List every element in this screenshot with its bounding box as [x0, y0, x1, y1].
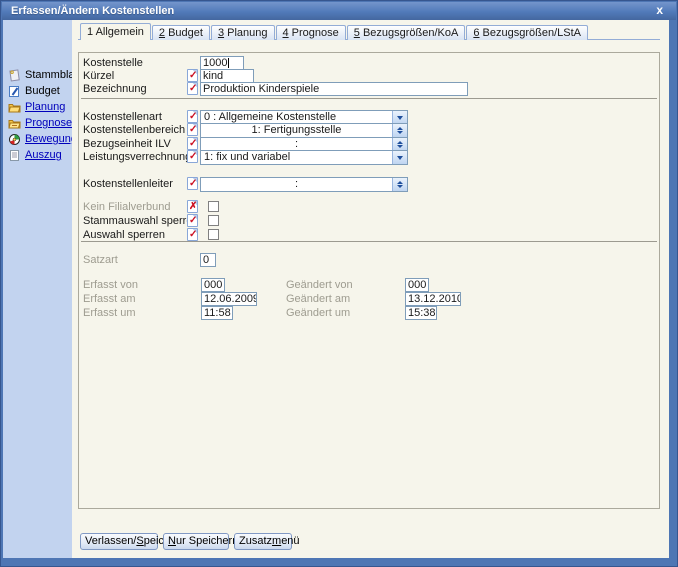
erfasst-am-label: Erfasst am — [83, 293, 136, 305]
note-check-icon[interactable]: ✓ — [187, 69, 198, 82]
edit-page-icon — [8, 85, 21, 98]
erfasst-am-field: 12.06.2009 /Fr — [201, 292, 257, 306]
tab-bezugsgroessen-lsta[interactable]: 6 Bezugsgrößen/LStA — [466, 25, 588, 40]
separator — [81, 241, 657, 242]
kostenstellenart-label: Kostenstellenart — [83, 111, 162, 123]
kein-filialverbund-label: Kein Filialverbund — [83, 201, 170, 213]
sidebar-item-planung[interactable]: Planung — [8, 100, 65, 114]
leistungsverrechnung-select[interactable]: 1: fix und variabel — [200, 150, 408, 165]
row-satzart: Satzart 0 — [79, 253, 659, 268]
note-check-icon[interactable]: ✓ — [187, 137, 198, 150]
tabstrip: 1 Allgemein 2 Budget 3 Planung 4 Prognos… — [80, 23, 589, 40]
sidebar-item-stammblatt[interactable]: Stammblatt — [8, 68, 81, 82]
row-erfasst-am: Erfasst am 12.06.2009 /Fr Geändert am 13… — [79, 292, 659, 307]
sidebar-item-bewegung[interactable]: Bewegung — [8, 132, 77, 146]
row-erfasst-von: Erfasst von 000 Geändert von 000 — [79, 278, 659, 293]
spinner-icon[interactable] — [392, 178, 407, 191]
tab-prognose[interactable]: 4 Prognose — [276, 25, 346, 40]
kostenstelle-input[interactable]: 1000 — [200, 56, 244, 70]
row-kein-filialverbund: Kein Filialverbund ✗ — [79, 200, 659, 215]
tab-allgemein[interactable]: 1 Allgemein — [80, 23, 151, 40]
sidebar-item-budget[interactable]: Budget — [8, 84, 60, 98]
note-check-icon[interactable]: ✓ — [187, 123, 198, 136]
row-kostenstellenleiter: Kostenstellenleiter ✓ : — [79, 177, 659, 192]
sidebar-item-label: Planung — [25, 101, 65, 113]
globe-icon — [8, 133, 21, 146]
sidebar-item-label: Auszug — [25, 149, 62, 161]
bezeichnung-label: Bezeichnung — [83, 83, 147, 95]
note-check-icon[interactable]: ✓ — [187, 214, 198, 227]
tab-budget[interactable]: 2 Budget — [152, 25, 210, 40]
kostenstellenbereich-select[interactable]: 1: Fertigungsstelle — [200, 123, 408, 138]
kostenstelle-label: Kostenstelle — [83, 57, 143, 69]
spinner-icon[interactable] — [392, 124, 407, 137]
sheet-icon — [8, 69, 21, 82]
row-stammauswahl-sperren: Stammauswahl sperren ✓ — [79, 214, 659, 229]
stammauswahl-sperren-checkbox[interactable] — [208, 215, 219, 226]
row-erfasst-um: Erfasst um 11:58 Geändert um 15:38 — [79, 306, 659, 321]
kostenstellenleiter-label: Kostenstellenleiter — [83, 178, 173, 190]
kuerzel-input[interactable]: kind — [200, 69, 254, 83]
geaendert-von-label: Geändert von — [286, 279, 353, 291]
close-icon[interactable]: x — [656, 3, 663, 17]
open-folder-icon — [8, 101, 21, 114]
auswahl-sperren-checkbox[interactable] — [208, 229, 219, 240]
geaendert-am-field: 13.12.2010 /Mo — [405, 292, 461, 306]
sidebar-item-label: Prognose — [25, 117, 72, 129]
geaendert-um-field: 15:38 — [405, 306, 437, 320]
note-cross-icon[interactable]: ✗ — [187, 200, 198, 213]
note-check-icon[interactable]: ✓ — [187, 82, 198, 95]
geaendert-am-label: Geändert am — [286, 293, 350, 305]
bezeichnung-input[interactable]: Produktion Kinderspiele — [200, 82, 468, 96]
erfasst-von-field: 000 — [201, 278, 225, 292]
tab-page-allgemein: 1 Allgemein 2 Budget 3 Planung 4 Prognos… — [72, 20, 669, 558]
leistungsverrechnung-label: Leistungsverrechnung — [83, 151, 191, 163]
erfasst-um-field: 11:58 — [201, 306, 233, 320]
note-check-icon[interactable]: ✓ — [187, 228, 198, 241]
kein-filialverbund-checkbox[interactable] — [208, 201, 219, 212]
window-title: Erfassen/Ändern Kostenstellen — [2, 5, 174, 17]
note-check-icon[interactable]: ✓ — [187, 110, 198, 123]
stammauswahl-sperren-label: Stammauswahl sperren — [83, 215, 199, 227]
erfasst-von-label: Erfasst von — [83, 279, 138, 291]
kostenstellenleiter-select[interactable]: : — [200, 177, 408, 192]
zusatzmenu-button[interactable]: Zusatzmenü — [234, 533, 292, 550]
row-leistungsverrechnung: Leistungsverrechnung ✓ 1: fix und variab… — [79, 150, 659, 165]
note-check-icon[interactable]: ✓ — [187, 150, 198, 163]
kuerzel-label: Kürzel — [83, 70, 114, 82]
sidebar-item-label: Budget — [25, 85, 60, 97]
tab-planung[interactable]: 3 Planung — [211, 25, 275, 40]
note-check-icon[interactable]: ✓ — [187, 177, 198, 190]
separator — [81, 98, 657, 99]
row-kostenstellenbereich: Kostenstellenbereich ✓ 1: Fertigungsstel… — [79, 123, 659, 138]
erfasst-um-label: Erfasst um — [83, 307, 136, 319]
satzart-field: 0 — [200, 253, 216, 267]
geaendert-von-field: 000 — [405, 278, 429, 292]
form-groupbox: Kostenstelle 1000 Kürzel ✓ kind Bezeichn… — [78, 52, 660, 509]
bezugseinheit-ilv-label: Bezugseinheit ILV — [83, 138, 171, 150]
folder-icon — [8, 117, 21, 130]
geaendert-um-label: Geändert um — [286, 307, 350, 319]
tab-bezugsgroessen-koa[interactable]: 5 Bezugsgrößen/KoA — [347, 25, 466, 40]
sidebar-item-auszug[interactable]: Auszug — [8, 148, 62, 162]
sidebar-item-label: Bewegung — [25, 133, 77, 145]
sidebar-item-prognose[interactable]: Prognose — [8, 116, 72, 130]
nur-speichern-button[interactable]: Nur Speichern — [163, 533, 229, 550]
title-bar: Erfassen/Ändern Kostenstellen x — [2, 2, 676, 20]
app-window: Erfassen/Ändern Kostenstellen x Stammbla… — [0, 0, 678, 567]
document-icon — [8, 149, 21, 162]
dropdown-arrow-icon[interactable] — [392, 151, 407, 164]
auswahl-sperren-label: Auswahl sperren — [83, 229, 165, 241]
row-bezeichnung: Bezeichnung ✓ Produktion Kinderspiele — [79, 82, 659, 97]
kostenstellenbereich-label: Kostenstellenbereich — [83, 124, 185, 136]
sidebar: Stammblatt Budget Planung Prognose Beweg… — [3, 20, 72, 558]
text-caret — [228, 58, 229, 68]
satzart-label: Satzart — [83, 254, 118, 266]
verlassen-speichern-button[interactable]: Verlassen/Speichern — [80, 533, 158, 550]
